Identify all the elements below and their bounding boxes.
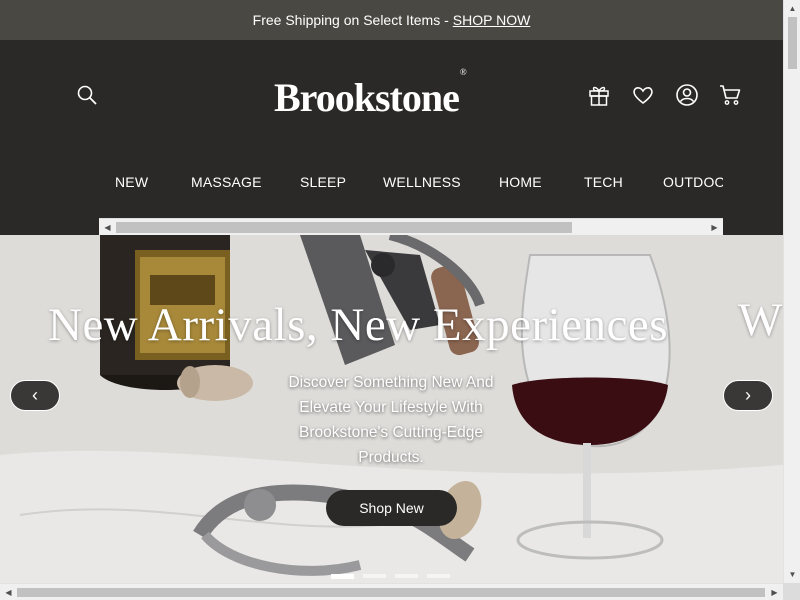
account-button[interactable]	[673, 81, 701, 109]
chevron-left-icon: ‹	[32, 385, 38, 405]
cart-icon	[720, 85, 741, 105]
page-vertical-scrollbar[interactable]: ▲ ▼	[783, 0, 800, 583]
nav-item-home[interactable]: HOME	[499, 174, 542, 190]
scroll-right-arrow-icon[interactable]: ▶	[706, 219, 723, 235]
search-icon	[77, 85, 97, 105]
carousel-dot-2[interactable]	[363, 574, 386, 578]
nav-item-outdoor[interactable]: OUTDOO	[663, 174, 723, 190]
nav-item-massage[interactable]: MASSAGE	[191, 174, 262, 190]
gift-button[interactable]	[585, 81, 613, 109]
carousel-next-button[interactable]: ›	[723, 380, 773, 411]
carousel-prev-button[interactable]: ‹	[10, 380, 60, 411]
vertical-scrollbar-thumb[interactable]	[788, 17, 797, 69]
promo-text: Free Shipping on Select Items -	[252, 12, 449, 28]
hero-headline: New Arrivals, New Experiences	[48, 299, 669, 351]
page-horizontal-scrollbar[interactable]: ◀ ▶	[0, 583, 783, 600]
shop-now-link[interactable]: SHOP NOW	[453, 12, 531, 28]
wishlist-button[interactable]	[629, 81, 657, 109]
cart-button[interactable]	[716, 81, 744, 109]
carousel-dot-4[interactable]	[427, 574, 450, 578]
carousel-dots	[331, 574, 450, 580]
account-icon	[676, 84, 698, 106]
scroll-up-arrow-icon[interactable]: ▲	[784, 0, 800, 17]
nav-scrollbar-thumb[interactable]	[116, 222, 572, 233]
main-nav: NEW MASSAGE SLEEP WELLNESS HOME TECH OUT…	[99, 164, 723, 204]
nav-item-tech[interactable]: TECH	[584, 174, 623, 190]
carousel-dot-1[interactable]	[331, 574, 354, 579]
nav-item-new[interactable]: NEW	[115, 174, 148, 190]
chevron-right-icon: ›	[745, 385, 751, 405]
gift-icon	[589, 86, 609, 106]
shop-new-button[interactable]: Shop New	[326, 490, 457, 526]
hero-banner: New Arrivals, New Experiences W Discover…	[0, 235, 783, 584]
next-slide-headline-fragment: W	[738, 294, 783, 346]
search-button[interactable]	[73, 81, 101, 109]
nav-horizontal-scrollbar[interactable]: ◀ ▶	[99, 218, 723, 235]
promo-bar: Free Shipping on Select Items - SHOP NOW	[0, 0, 783, 40]
site-header: Brookstone® NEW MASSAGE SLEEP WELLNESS H…	[0, 40, 783, 235]
page-scroll-left-arrow-icon[interactable]: ◀	[0, 584, 17, 600]
logo-registered-mark: ®	[459, 66, 467, 77]
scroll-left-arrow-icon[interactable]: ◀	[99, 219, 116, 235]
scroll-down-arrow-icon[interactable]: ▼	[784, 566, 800, 583]
hero-subtext: Discover Something New And Elevate Your …	[288, 374, 494, 466]
page-scroll-right-arrow-icon[interactable]: ▶	[766, 584, 783, 600]
heart-icon	[633, 87, 653, 105]
horizontal-scrollbar-thumb[interactable]	[17, 588, 765, 597]
brand-logo[interactable]: Brookstone®	[274, 67, 467, 120]
nav-item-wellness[interactable]: WELLNESS	[383, 174, 461, 190]
scrollbar-corner	[783, 583, 800, 600]
logo-text: Brookstone	[274, 75, 460, 120]
carousel-dot-3[interactable]	[395, 574, 418, 578]
nav-item-sleep[interactable]: SLEEP	[300, 174, 346, 190]
